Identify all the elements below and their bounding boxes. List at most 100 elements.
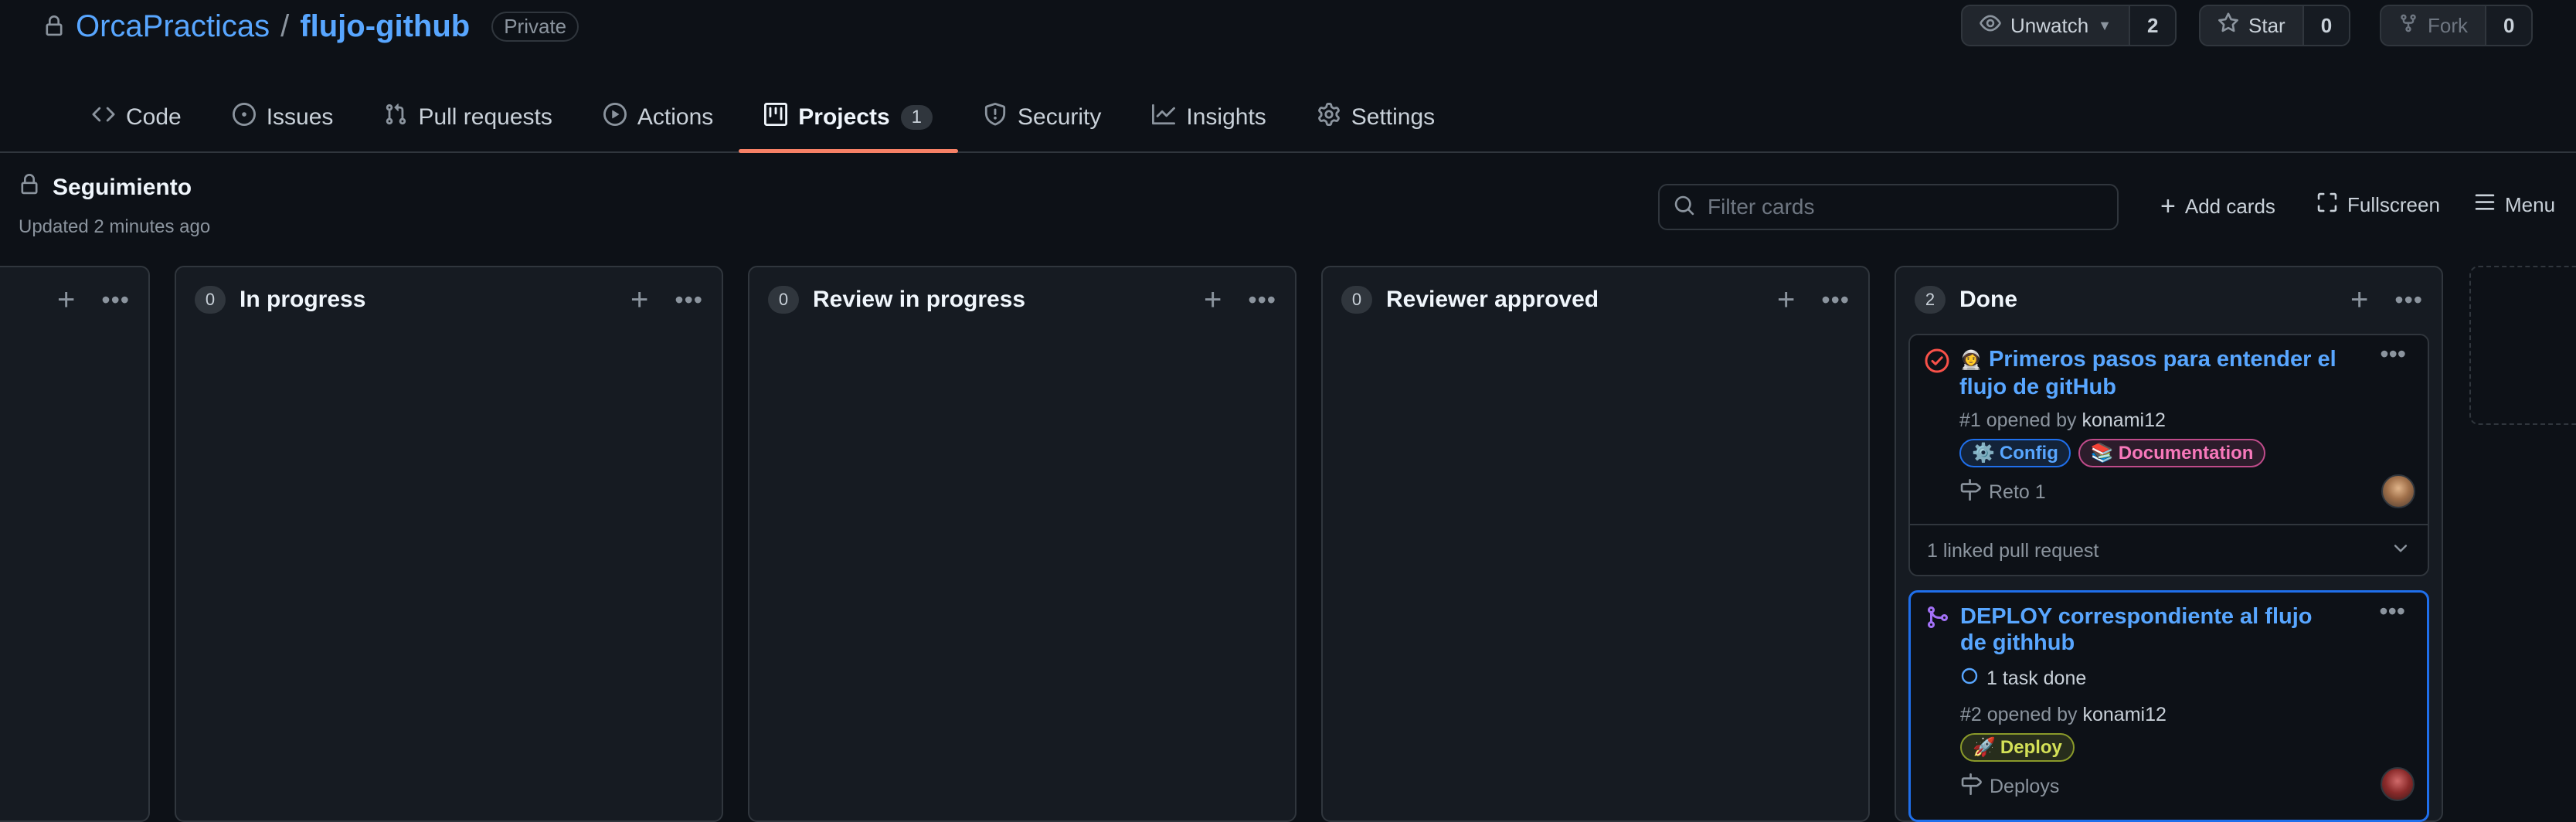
column-title: In progress [240,287,366,312]
label-text: Deploy [2000,736,2062,758]
repo-owner-link[interactable]: OrcaPracticas [76,9,270,44]
play-icon [603,103,627,132]
fork-icon [2398,13,2418,39]
linked-pull-request-toggle[interactable]: 1 linked pull request [1910,524,2428,576]
project-updated: Updated 2 minutes ago [19,216,211,237]
repo-name-link[interactable]: flujo-github [300,9,470,44]
tab-security[interactable]: Security [958,83,1127,151]
card-title[interactable]: 👩‍🚀 Primeros pasos para entender el fluj… [1959,346,2343,400]
add-card-icon[interactable]: + [630,284,648,315]
star-group: Star 0 [2199,5,2351,46]
tab-code[interactable]: Code [66,83,207,151]
graph-icon [1152,103,1176,132]
add-cards-button[interactable]: + Add cards [2160,192,2275,222]
add-card-icon[interactable]: + [1777,284,1795,315]
column-count: 0 [1341,286,1372,314]
add-card-icon[interactable]: + [1204,284,1222,315]
fork-count[interactable]: 0 [2485,6,2532,45]
project-icon [764,103,788,132]
project-column-done: 2 Done + ••• 👩‍🚀 Primeros pasos para ent… [1895,266,2443,822]
card-title[interactable]: DEPLOY correspondiente al flujo de githh… [1960,603,2342,656]
add-card-icon[interactable]: + [2350,284,2368,315]
tab-pull-requests[interactable]: Pull requests [359,83,577,151]
visibility-badge: Private [491,11,579,42]
card-author[interactable]: konami12 [2082,409,2165,431]
add-column-placeholder[interactable] [2469,266,2576,425]
hamburger-icon [2474,192,2496,219]
code-icon [92,103,115,132]
card-labels: 🚀 Deploy [1960,733,2075,762]
star-icon [2217,12,2239,39]
gear-icon [1317,103,1341,132]
fullscreen-label: Fullscreen [2347,193,2440,216]
card-title-text: Primeros pasos para entender el flujo de… [1959,347,2336,399]
unwatch-label: Unwatch [2010,13,2089,37]
books-emoji: 📚 [2090,443,2114,464]
pull-request-icon [384,103,407,132]
label-text: Config [1999,442,2058,464]
filter-cards-input[interactable] [1706,194,2103,220]
lock-icon [43,13,65,39]
star-button[interactable]: Star [2200,6,2302,45]
column-count: 0 [768,286,799,314]
tab-label: Projects [798,104,890,130]
card-meta: #2 opened by konami12 [1960,704,2166,726]
star-label: Star [2248,13,2285,37]
fullscreen-button[interactable]: Fullscreen [2316,192,2440,219]
card-milestone[interactable]: Reto 1 [1959,479,2046,506]
eye-icon [1980,12,2001,39]
label-documentation[interactable]: 📚 Documentation [2078,439,2266,467]
card-author[interactable]: konami12 [2082,704,2166,725]
tab-insights[interactable]: Insights [1127,83,1291,151]
caret-down-icon: ▼ [2098,17,2112,33]
card-menu-icon[interactable]: ••• [2379,597,2405,626]
repo-separator: / [280,8,290,43]
card-meta-prefix: #2 opened by [1960,704,2078,725]
milestone-label: Reto 1 [1989,481,2046,503]
column-menu-icon[interactable]: ••• [675,287,703,312]
tab-label: Issues [266,104,334,130]
column-menu-icon[interactable]: ••• [2394,287,2423,312]
menu-button[interactable]: Menu [2474,192,2555,219]
project-column-reviewer-approved: 0 Reviewer approved + ••• [1321,266,1870,822]
tab-settings[interactable]: Settings [1292,83,1460,151]
avatar[interactable] [2381,474,2415,508]
label-deploy[interactable]: 🚀 Deploy [1960,733,2075,762]
gear-emoji: ⚙️ [1972,443,1995,464]
column-count: 0 [195,286,226,314]
watch-count[interactable]: 2 [2128,6,2176,45]
column-menu-icon[interactable]: ••• [1821,287,1850,312]
card-menu-icon[interactable]: ••• [2380,340,2406,369]
column-count: 2 [1915,286,1946,314]
milestone-icon [1960,773,1982,800]
tab-label: Pull requests [418,104,552,130]
tab-actions[interactable]: Actions [578,83,739,151]
label-config[interactable]: ⚙️ Config [1959,439,2071,467]
issue-icon [232,103,256,132]
tab-label: Actions [637,104,714,130]
card-meta: #1 opened by konami12 [1959,409,2166,432]
merged-pr-icon [1925,605,1949,633]
pull-request-card[interactable]: DEPLOY correspondiente al flujo de githh… [1908,590,2429,822]
tab-issues[interactable]: Issues [207,83,359,151]
unwatch-button[interactable]: Unwatch ▼ [1963,6,2129,45]
repo-header: OrcaPracticas / flujo-github Private Unw… [0,0,2576,153]
tab-label: Insights [1186,104,1266,130]
closed-issue-icon [1924,348,1950,378]
add-card-icon[interactable]: + [57,284,75,315]
fork-button[interactable]: Fork [2381,6,2485,45]
card-milestone[interactable]: Deploys [1960,773,2059,800]
column-title: Reviewer approved [1386,287,1599,312]
menu-label: Menu [2505,193,2556,216]
task-progress: 1 task done [1960,667,2086,691]
milestone-icon [1959,479,1981,506]
tab-projects[interactable]: Projects 1 [739,83,958,153]
column-menu-icon[interactable]: ••• [1248,287,1276,312]
issue-card[interactable]: 👩‍🚀 Primeros pasos para entender el fluj… [1908,334,2429,576]
fullscreen-icon [2316,192,2338,219]
column-menu-icon[interactable]: ••• [101,287,130,312]
star-count[interactable]: 0 [2302,6,2350,45]
avatar[interactable] [2381,767,2415,801]
project-header: Seguimiento Updated 2 minutes ago [19,173,210,238]
linked-pr-label: 1 linked pull request [1927,539,2099,562]
